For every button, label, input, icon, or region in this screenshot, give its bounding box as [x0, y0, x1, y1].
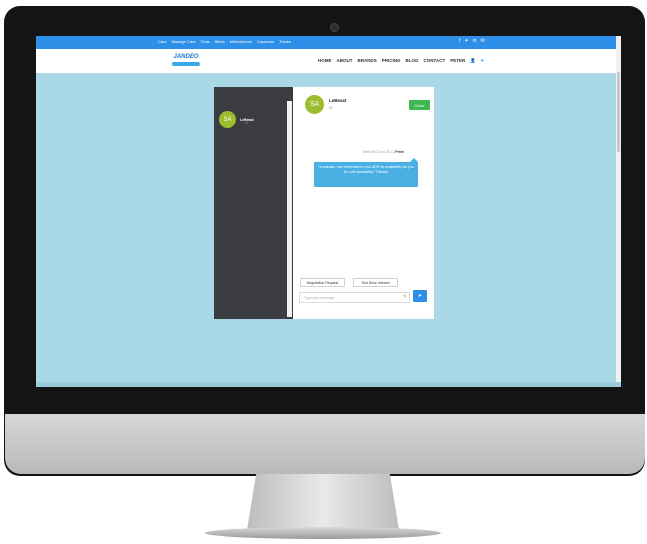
nav-item-user[interactable]: PETER: [450, 58, 465, 64]
top-link[interactable]: Trucks: [279, 39, 291, 44]
quick-reply-test-drive[interactable]: Test Drive Interest: [353, 278, 398, 287]
message-input[interactable]: Type your message: [299, 292, 410, 303]
logo-text: JANDEO: [173, 54, 199, 60]
star-icon[interactable]: ✦: [464, 38, 468, 44]
nav-item-contact[interactable]: CONTACT: [424, 58, 446, 64]
nav-menu: HOME ABOUT BRANDS PRICING BLOG CONTACT P…: [318, 58, 484, 64]
screen: Cars Manage Cars Tests Bikes Motorhomes …: [36, 36, 621, 387]
top-links: Cars Manage Cars Tests Bikes Motorhomes …: [158, 39, 291, 44]
social-links: f ✦ in ✉: [459, 38, 485, 44]
linkedin-icon[interactable]: in: [473, 38, 477, 44]
screen-bottom-edge: [36, 382, 621, 387]
chat-header: SA LeBeast ID: [305, 95, 347, 114]
top-bar: Cars Manage Cars Tests Bikes Motorhomes …: [36, 36, 621, 49]
conversation-scrollbar[interactable]: [287, 101, 292, 317]
chat-panel: SA LeBeast ID Close Sent 09:12 on 26.11 …: [293, 87, 434, 319]
logo[interactable]: JANDEO: [171, 54, 201, 68]
nav-item-blog[interactable]: BLOG: [406, 58, 419, 64]
facebook-icon[interactable]: f: [459, 38, 460, 44]
heart-icon[interactable]: ♥: [481, 58, 484, 64]
top-link[interactable]: Bikes: [215, 39, 225, 44]
user-icon[interactable]: 👤: [470, 58, 476, 64]
chat-contact-sub: ID: [329, 106, 333, 110]
message-time: Sent 09:12 on 26.11: [363, 150, 395, 154]
top-link[interactable]: Cars: [158, 39, 166, 44]
top-link[interactable]: Tests: [200, 39, 209, 44]
monitor-stand: [247, 474, 399, 530]
chat-contact-name: LeBeast: [329, 98, 347, 103]
nav-item-home[interactable]: HOME: [318, 58, 332, 64]
close-button[interactable]: Close: [409, 100, 430, 110]
avatar: SA: [305, 95, 324, 114]
nav-item-pricing[interactable]: PRICING: [382, 58, 401, 64]
conversation-item[interactable]: SA LeBeast ID: [219, 111, 254, 128]
send-icon: ➤: [417, 293, 423, 299]
monitor-chin: [5, 414, 645, 474]
send-button[interactable]: ➤: [413, 290, 427, 302]
camera-icon: [330, 23, 339, 32]
top-link[interactable]: Motorhomes: [230, 39, 252, 44]
main-nav: JANDEO HOME ABOUT BRANDS PRICING BLOG CO…: [36, 49, 621, 73]
quick-reply-negotiation[interactable]: Negotiation Request: [300, 278, 345, 287]
nav-item-brands[interactable]: BRANDS: [358, 58, 377, 64]
top-link[interactable]: Caravans: [257, 39, 274, 44]
message-bubble: I'd actually. I am interested in your AD…: [314, 162, 418, 187]
top-link[interactable]: Manage Cars: [171, 39, 195, 44]
conversation-sub: ID: [245, 121, 248, 125]
mail-icon[interactable]: ✉: [481, 38, 485, 44]
page-scrollbar[interactable]: [616, 36, 621, 387]
message-meta: Sent 09:12 on 26.11 Peter: [363, 150, 404, 154]
avatar: SA: [219, 111, 236, 128]
monitor-base: [205, 527, 441, 539]
message-author: Peter: [395, 150, 405, 154]
scroll-thumb[interactable]: [617, 72, 620, 152]
conversation-list: SA LeBeast ID: [214, 87, 293, 319]
logo-swoosh: [172, 62, 200, 66]
nav-item-about[interactable]: ABOUT: [337, 58, 353, 64]
pencil-icon[interactable]: ✎: [403, 294, 407, 300]
